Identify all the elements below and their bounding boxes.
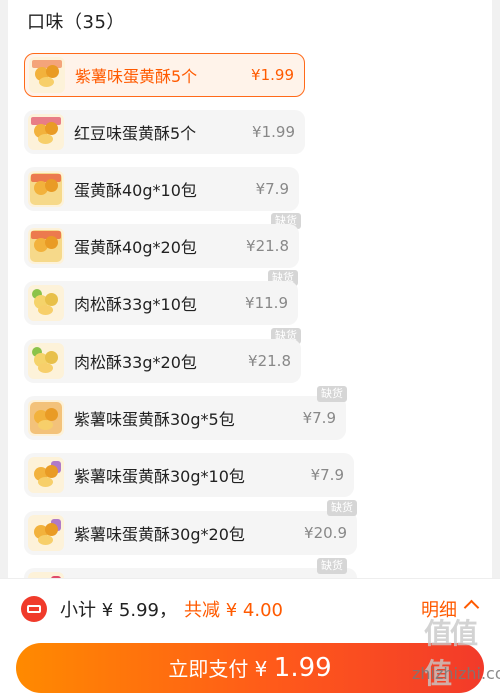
option-label: 紫薯味蛋黄酥30g*20包 [74,525,245,544]
out-of-stock-badge: 缺货 [327,500,357,516]
option-price: ¥1.99 [251,66,294,84]
option-price: ¥21.8 [246,237,289,255]
option-purple-yolk-5[interactable]: 紫薯味蛋黄酥5个 ¥1.99 [24,53,305,97]
option-yolk-40g-10[interactable]: 蛋黄酥40g*10包 ¥7.9 [24,167,299,211]
option-pork-floss-33g-10[interactable]: 肉松酥33g*10包 ¥11.9 [24,281,298,325]
purple-yolk-pastry-icon [28,515,64,551]
option-label: 紫薯味蛋黄酥30g*10包 [74,467,245,486]
option-label: 蛋黄酥40g*10包 [74,181,197,200]
watermark-text: zhizhizhi.com [412,664,500,683]
out-of-stock-badge: 缺货 [317,558,347,574]
subtotal-text: 小计 ¥ 5.99， [60,600,177,621]
option-label: 紫薯味蛋黄酥30g*5包 [74,410,235,429]
option-label: 红豆味蛋黄酥5个 [74,124,197,143]
pork-floss-pastry-icon [28,343,64,379]
option-label: 肉松酥33g*10包 [74,295,197,314]
option-label: 紫薯味蛋黄酥5个 [75,67,198,86]
purple-yolk-pastry-icon [28,400,64,436]
out-of-stock-badge: 缺货 [317,386,347,402]
option-purple-yolk-30g-20[interactable]: 紫薯味蛋黄酥30g*20包 ¥20.9 [24,511,357,555]
flavor-option-list[interactable]: 口味（35） 紫薯味蛋黄酥5个 ¥1.99 红豆味蛋黄酥5个 ¥1.99 蛋黄酥… [0,0,500,580]
option-purple-yolk-30g-5[interactable]: 紫薯味蛋黄酥30g*5包 ¥7.9 [24,396,346,440]
option-pork-floss-33g-20[interactable]: 肉松酥33g*20包 ¥21.8 [24,339,301,383]
coupon-ticket-icon [21,596,47,622]
site-watermark: 值值值 zhizhizhi.com [412,612,500,692]
option-red-bean-yolk-5[interactable]: 红豆味蛋黄酥5个 ¥1.99 [24,110,305,154]
option-price: ¥7.9 [255,180,289,198]
pay-button-label: 立即支付 ¥ [168,657,274,681]
left-gutter [0,0,8,580]
purple-yolk-pastry-icon [28,457,64,493]
right-gutter [492,0,500,580]
option-label: 蛋黄酥40g*20包 [74,238,197,257]
option-price: ¥21.8 [248,352,291,370]
purple-yolk-pastry-icon [29,57,65,93]
flavor-section-title: 口味（35） [27,12,125,33]
option-price: ¥11.9 [245,294,288,312]
pay-button-amount: 1.99 [273,653,332,683]
option-price: ¥1.99 [252,123,295,141]
option-price: ¥20.9 [304,524,347,542]
option-purple-yolk-30g-10[interactable]: 紫薯味蛋黄酥30g*10包 ¥7.9 [24,453,354,497]
yolk-pastry-box-icon [28,228,64,264]
yolk-pastry-box-icon [28,171,64,207]
option-yolk-40g-20[interactable]: 蛋黄酥40g*20包 ¥21.8 [24,224,299,268]
discount-text: 共减 ¥ 4.00 [184,600,283,621]
option-price: ¥7.9 [302,409,336,427]
option-label: 肉松酥33g*20包 [74,353,197,372]
pork-floss-pastry-icon [28,285,64,321]
option-price: ¥7.9 [310,466,344,484]
red-bean-yolk-pastry-icon [28,114,64,150]
